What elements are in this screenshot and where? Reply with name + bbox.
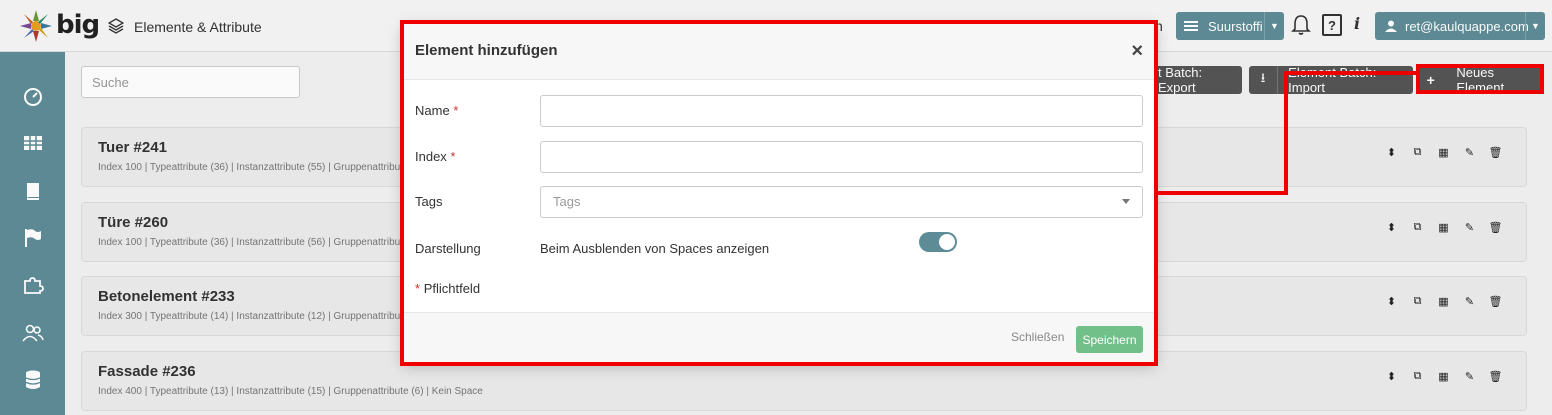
highlight-connector	[1284, 71, 1419, 75]
highlight-connector	[1284, 71, 1288, 195]
highlight-connector	[1156, 191, 1288, 195]
highlight-dialog-frame	[400, 20, 1158, 366]
highlight-new-element-frame	[1416, 64, 1544, 94]
